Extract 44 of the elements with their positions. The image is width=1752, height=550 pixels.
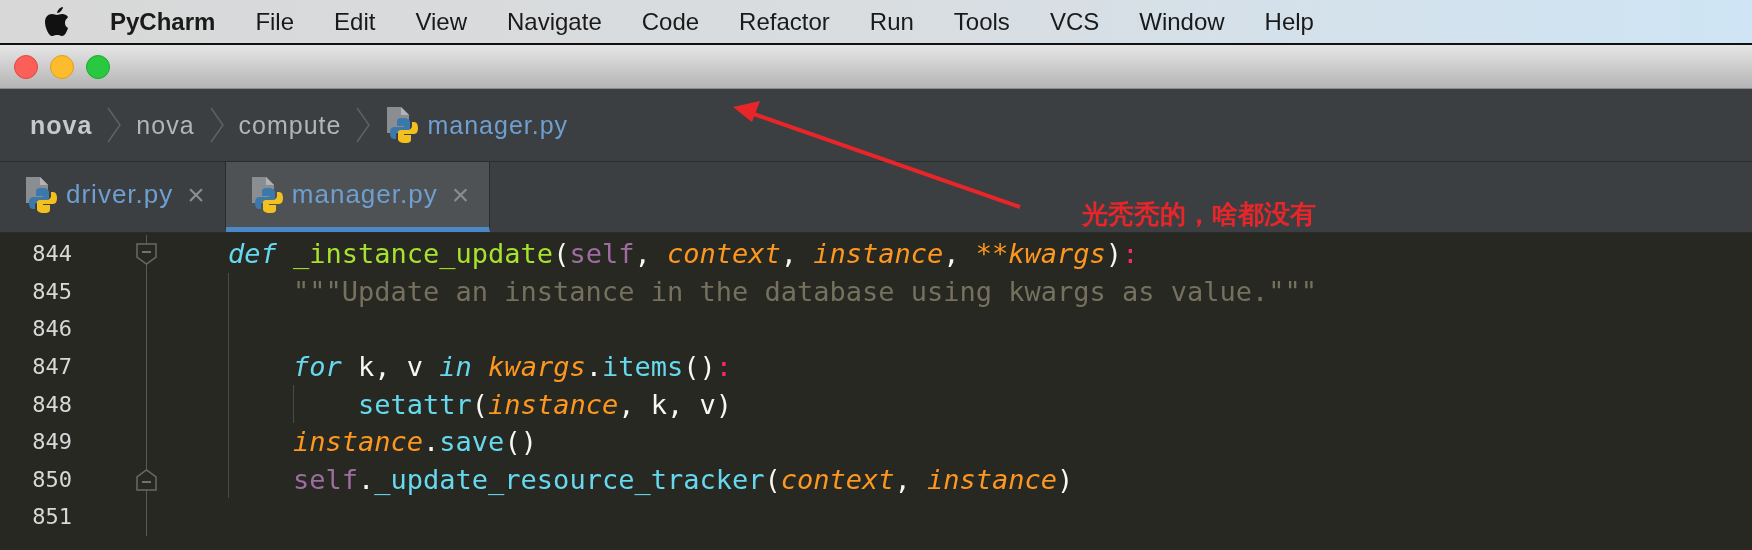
code-line: """Update an instance in the database using kwargs as value.""" <box>292 275 1318 307</box>
editor-tab[interactable]: driver.py × <box>0 162 226 232</box>
line-number: 847 <box>31 354 72 380</box>
line-number: 846 <box>31 316 72 342</box>
line-number: 848 <box>31 391 72 417</box>
menu-item[interactable]: View <box>415 7 467 36</box>
fold-icon[interactable] <box>136 243 157 265</box>
menu-item[interactable]: Code <box>641 7 700 36</box>
breadcrumb[interactable]: compute <box>238 110 342 140</box>
minimize-button[interactable] <box>50 54 74 79</box>
line-number: 844 <box>31 241 72 267</box>
zoom-button[interactable] <box>86 54 110 79</box>
app-menu[interactable]: PyCharm <box>110 7 216 36</box>
menu-item[interactable]: VCS <box>1049 7 1100 36</box>
menu-item[interactable]: Window <box>1139 7 1225 36</box>
menu-item[interactable]: Tools <box>953 7 1010 36</box>
menu-item[interactable]: Navigate <box>507 7 602 36</box>
python-file-icon <box>385 106 420 144</box>
code-line: self._update_resource_tracker(context, instance) <box>292 463 1074 495</box>
code-line: instance.save() <box>292 426 537 458</box>
line-number: 850 <box>31 466 72 492</box>
breadcrumb[interactable]: nova <box>30 110 93 140</box>
line-number: 851 <box>31 504 72 530</box>
menu-item[interactable]: Refactor <box>739 7 830 36</box>
menu-item[interactable]: Help <box>1264 7 1314 36</box>
code-line: def _instance_update(self, context, instance, **kwargs): <box>228 238 1139 270</box>
line-number: 845 <box>31 278 72 304</box>
close-button[interactable] <box>14 54 38 79</box>
chevron-icon <box>208 107 225 143</box>
menu-item[interactable]: Run <box>869 7 914 36</box>
breadcrumb[interactable]: nova <box>136 110 195 140</box>
apple-icon[interactable] <box>44 6 70 37</box>
code-line: for k, v in kwargs.items(): <box>292 351 732 383</box>
fold-icon[interactable] <box>136 468 157 491</box>
python-file-icon <box>24 175 58 214</box>
chevron-icon <box>106 107 123 143</box>
line-number: 849 <box>31 429 72 455</box>
breadcrumb[interactable]: manager.py <box>427 110 569 140</box>
annotation-text: 光秃秃的，啥都没有 <box>1082 198 1316 231</box>
menu-item[interactable]: Edit <box>334 7 376 36</box>
python-file-icon <box>249 175 284 214</box>
chevron-icon <box>355 107 372 143</box>
code-line: setattr(instance, k, v) <box>357 388 732 420</box>
menu-item[interactable]: File <box>255 7 295 36</box>
